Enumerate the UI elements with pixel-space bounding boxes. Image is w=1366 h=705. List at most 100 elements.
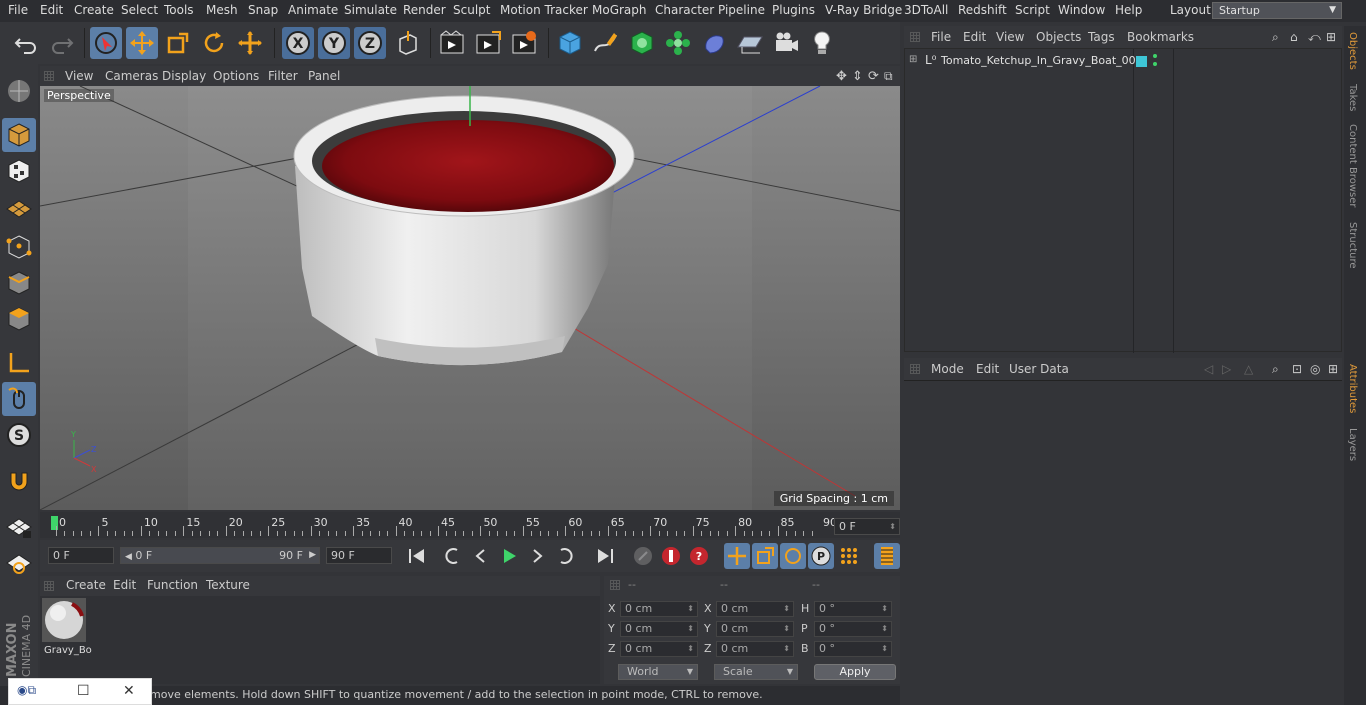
panel-grip-icon[interactable] xyxy=(44,71,54,81)
move-icon[interactable] xyxy=(126,27,158,59)
panel-grip-icon[interactable] xyxy=(910,32,920,42)
make-editable-icon[interactable] xyxy=(2,74,36,108)
new-panel-icon[interactable]: ⊞ xyxy=(1328,362,1338,376)
floor-environment-icon[interactable] xyxy=(734,27,766,59)
timeline-window-icon[interactable] xyxy=(874,543,900,569)
menu-help[interactable]: Help xyxy=(1115,3,1142,17)
tab-takes[interactable]: Takes xyxy=(1347,84,1358,111)
menu-3dtoall[interactable]: 3DToAll xyxy=(904,3,948,17)
rotation-b-field[interactable]: 0 ° ⬍ xyxy=(814,641,892,657)
menu-edit[interactable]: Edit xyxy=(40,3,63,17)
home-icon[interactable]: ⌂ xyxy=(1290,30,1298,44)
menu-snap[interactable]: Snap xyxy=(248,3,278,17)
panel-grip-icon[interactable] xyxy=(910,364,920,374)
light-icon[interactable] xyxy=(806,27,838,59)
size-z-field[interactable]: 0 cm ⬍ xyxy=(716,641,794,657)
menu-animate[interactable]: Animate xyxy=(288,3,338,17)
tab-objects[interactable]: Objects xyxy=(1347,32,1358,70)
key-rotation-icon[interactable] xyxy=(780,543,806,569)
viewport-menu-view[interactable]: View xyxy=(65,69,93,83)
expand-icon[interactable]: ⊞ xyxy=(909,54,917,65)
z-axis-lock-icon[interactable]: Z xyxy=(354,27,386,59)
back-arrow-icon[interactable]: ◁ xyxy=(1204,362,1213,376)
up-arrow-icon[interactable]: △ xyxy=(1244,362,1253,376)
menu-redshift[interactable]: Redshift xyxy=(958,3,1007,17)
next-key-icon[interactable] xyxy=(552,543,578,569)
texture-mode-icon[interactable] xyxy=(2,154,36,188)
rotation-h-field[interactable]: 0 ° ⬍ xyxy=(814,601,892,617)
menu-create[interactable]: Create xyxy=(74,3,114,17)
3d-viewport[interactable]: Y Z X Perspective Grid Spacing : 1 cm xyxy=(40,86,900,510)
maximize-view-icon[interactable]: ⧉ xyxy=(884,69,893,84)
position-x-field[interactable]: 0 cm ⬍ xyxy=(620,601,698,617)
om-menu-file[interactable]: File xyxy=(931,30,951,44)
cloner-icon[interactable] xyxy=(662,27,694,59)
previous-frame-icon[interactable] xyxy=(468,543,494,569)
live-selection-icon[interactable] xyxy=(90,27,122,59)
orbit-view-icon[interactable]: ⟳ xyxy=(868,69,879,84)
target-icon[interactable]: ◎ xyxy=(1310,362,1320,376)
record-active-objects-icon[interactable] xyxy=(630,543,656,569)
current-frame-field[interactable]: 0 F ⬍ xyxy=(834,518,900,535)
x-axis-lock-icon[interactable]: X xyxy=(282,27,314,59)
deformer-icon[interactable] xyxy=(698,27,730,59)
render-settings-icon[interactable] xyxy=(508,27,540,59)
pen-spline-icon[interactable] xyxy=(590,27,622,59)
render-view-icon[interactable] xyxy=(436,27,468,59)
end-frame-field[interactable]: 90 F xyxy=(326,547,392,564)
panel-grip-icon[interactable] xyxy=(44,581,54,591)
frame-range-slider[interactable]: ◀ 0 F 90 F ▶ xyxy=(120,547,320,564)
rotation-p-field[interactable]: 0 ° ⬍ xyxy=(814,621,892,637)
size-mode-dropdown[interactable]: Scale ▼ xyxy=(714,664,798,680)
viewport-menu-options[interactable]: Options xyxy=(213,69,259,83)
material-menu-create[interactable]: Create xyxy=(66,578,106,592)
timeline-ruler[interactable]: 0 5 10 15 20 25 30 35 40 45 50 55 60 65 70 75 80 85 90 xyxy=(40,512,900,538)
menu-motion-tracker[interactable]: Motion Tracker xyxy=(500,3,588,17)
subdivision-surface-icon[interactable] xyxy=(626,27,658,59)
viewport-menu-display[interactable]: Display xyxy=(162,69,206,83)
lock-icon[interactable]: ⊡ xyxy=(1292,362,1302,376)
om-menu-objects[interactable]: Objects xyxy=(1036,30,1081,44)
object-row[interactable]: ⊞ L⁰ Tomato_Ketchup_In_Gravy_Boat_001 xyxy=(905,53,1341,71)
menu-select[interactable]: Select xyxy=(121,3,158,17)
dolly-view-icon[interactable]: ⇕ xyxy=(852,69,863,84)
editor-visibility-dot[interactable] xyxy=(1153,54,1157,58)
model-mode-icon[interactable] xyxy=(2,118,36,152)
render-picture-viewer-icon[interactable] xyxy=(472,27,504,59)
position-z-field[interactable]: 0 cm ⬍ xyxy=(620,641,698,657)
axis-mode-icon[interactable] xyxy=(2,346,36,380)
go-to-end-icon[interactable] xyxy=(592,543,618,569)
layer-color-swatch[interactable] xyxy=(1136,56,1147,67)
pan-view-icon[interactable]: ✥ xyxy=(836,69,847,84)
new-panel-icon[interactable]: ⊞ xyxy=(1326,30,1336,44)
soft-selection-icon[interactable] xyxy=(2,546,36,580)
key-scale-icon[interactable] xyxy=(752,543,778,569)
app-restore-icon[interactable]: ◉⧉ xyxy=(17,683,36,698)
material-menu-edit[interactable]: Edit xyxy=(113,578,136,592)
viewport-menu-filter[interactable]: Filter xyxy=(268,69,298,83)
menu-plugins[interactable]: Plugins xyxy=(772,3,815,17)
position-y-field[interactable]: 0 cm ⬍ xyxy=(620,621,698,637)
undo-icon[interactable] xyxy=(10,27,42,59)
search-icon[interactable]: ⌕ xyxy=(1272,362,1279,377)
tab-layers[interactable]: Layers xyxy=(1347,428,1358,461)
om-menu-bookmarks[interactable]: Bookmarks xyxy=(1127,30,1194,44)
material-item[interactable]: Gravy_Bo xyxy=(42,598,92,656)
menu-render[interactable]: Render xyxy=(403,3,446,17)
object-name[interactable]: Tomato_Ketchup_In_Gravy_Boat_001 xyxy=(941,54,1143,67)
size-y-field[interactable]: 0 cm ⬍ xyxy=(716,621,794,637)
material-menu-function[interactable]: Function xyxy=(147,578,198,592)
tab-structure[interactable]: Structure xyxy=(1347,222,1358,269)
key-point-level-icon[interactable] xyxy=(836,543,862,569)
viewport-menu-cameras[interactable]: Cameras xyxy=(105,69,158,83)
tab-attributes[interactable]: Attributes xyxy=(1347,364,1358,413)
world-coordinates-icon[interactable] xyxy=(392,27,424,59)
menu-file[interactable]: File xyxy=(8,3,28,17)
start-frame-field[interactable]: 0 F xyxy=(48,547,114,564)
edges-mode-icon[interactable] xyxy=(2,266,36,300)
snap-icon[interactable]: S xyxy=(2,418,36,452)
menu-window[interactable]: Window xyxy=(1058,3,1105,17)
panel-grip-icon[interactable] xyxy=(610,580,620,590)
om-menu-view[interactable]: View xyxy=(996,30,1024,44)
menu-tools[interactable]: Tools xyxy=(164,3,194,17)
